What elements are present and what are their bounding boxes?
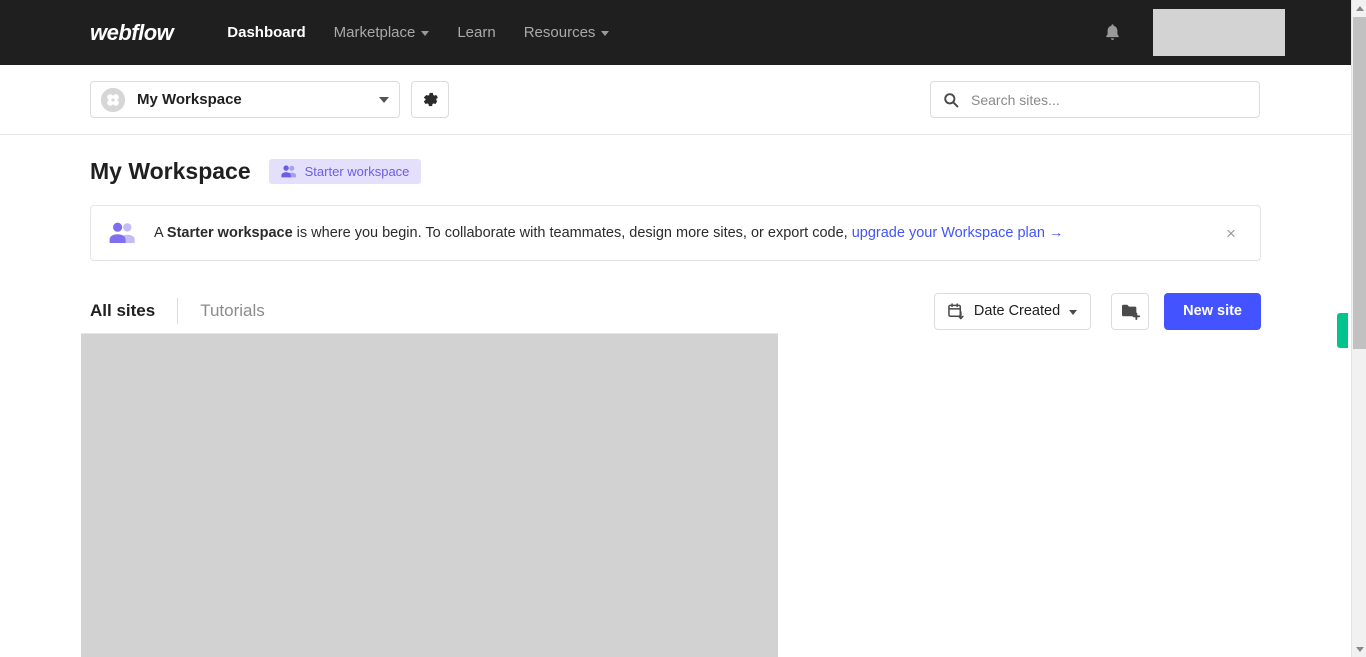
bell-icon[interactable] [1097, 18, 1127, 48]
search-input[interactable] [971, 91, 1247, 108]
status-badge-label: Starter workspace [304, 164, 410, 179]
gear-icon [423, 92, 438, 107]
top-navbar: webflow Dashboard Marketplace Learn Reso… [0, 0, 1351, 65]
chevron-down-icon [379, 96, 389, 103]
navbar-right-group [1097, 0, 1351, 65]
chevron-down-icon [421, 31, 430, 36]
feedback-tab[interactable] [1337, 313, 1348, 348]
page-title: My Workspace [90, 158, 251, 184]
scrollbar-thumb[interactable] [1353, 17, 1366, 349]
banner-text-prefix: A [154, 225, 167, 241]
sort-label: Date Created [973, 303, 1061, 319]
nav-link-marketplace-label: Marketplace [333, 24, 416, 41]
people-icon [281, 165, 296, 178]
new-folder-icon [1121, 304, 1140, 320]
workspace-header: My Workspace Starter workspace [90, 158, 1351, 185]
account-avatar-placeholder[interactable] [1153, 9, 1285, 56]
nav-link-resources[interactable]: Resources [510, 0, 624, 65]
sort-date-created-button[interactable]: Date Created [933, 292, 1092, 330]
nav-link-resources-label: Resources [523, 24, 596, 41]
webflow-logo[interactable]: webflow [90, 20, 174, 46]
banner-text-bold: Starter workspace [166, 225, 293, 241]
new-folder-button[interactable] [1111, 292, 1150, 330]
site-card-loading-placeholder[interactable] [81, 333, 778, 657]
status-badge[interactable]: Starter workspace [268, 159, 422, 184]
scroll-up-arrow-icon[interactable] [1352, 0, 1366, 16]
scroll-down-arrow-icon[interactable] [1352, 641, 1366, 657]
workspace-selector[interactable]: My Workspace [90, 81, 400, 118]
upgrade-banner: A Starter workspace is where you begin. … [90, 205, 1261, 261]
nav-link-dashboard-label: Dashboard [227, 24, 306, 41]
tab-all-sites[interactable]: All sites [90, 301, 177, 321]
page-scrollbar[interactable] [1351, 0, 1366, 657]
nav-link-marketplace[interactable]: Marketplace [320, 0, 444, 65]
chevron-down-icon [601, 31, 610, 36]
tab-divider [177, 298, 179, 324]
new-site-button[interactable]: New site [1164, 292, 1261, 330]
nav-links: Dashboard Marketplace Learn Resources [213, 0, 623, 65]
workspace-avatar-icon [101, 87, 125, 112]
main-content: My Workspace Starter workspace A Starter… [0, 136, 1351, 331]
close-icon[interactable]: × [1220, 222, 1242, 244]
webflow-dashboard-page: webflow Dashboard Marketplace Learn Reso… [0, 0, 1366, 657]
nav-link-learn-label: Learn [457, 24, 496, 41]
nav-link-learn[interactable]: Learn [443, 0, 509, 65]
workspace-name: My Workspace [137, 91, 242, 108]
calendar-sort-icon [948, 302, 964, 319]
upgrade-workspace-plan-link[interactable]: upgrade your Workspace plan → [852, 225, 1064, 241]
search-sites-box[interactable] [930, 81, 1260, 118]
nav-link-dashboard[interactable]: Dashboard [213, 0, 319, 65]
workspace-settings-button[interactable] [411, 81, 449, 118]
upgrade-banner-text: A Starter workspace is where you begin. … [154, 225, 1063, 241]
search-icon [944, 92, 959, 107]
tab-tutorials[interactable]: Tutorials [200, 301, 287, 321]
chevron-down-icon [1069, 309, 1078, 315]
workspace-toolbar: My Workspace [0, 65, 1351, 135]
people-icon [109, 222, 135, 243]
banner-text-middle: is where you begin. To collaborate with … [292, 225, 852, 241]
sites-actions: Date Created New site [933, 292, 1261, 330]
sites-tabs-row: All sites Tutorials Date Created New sit… [90, 291, 1261, 331]
